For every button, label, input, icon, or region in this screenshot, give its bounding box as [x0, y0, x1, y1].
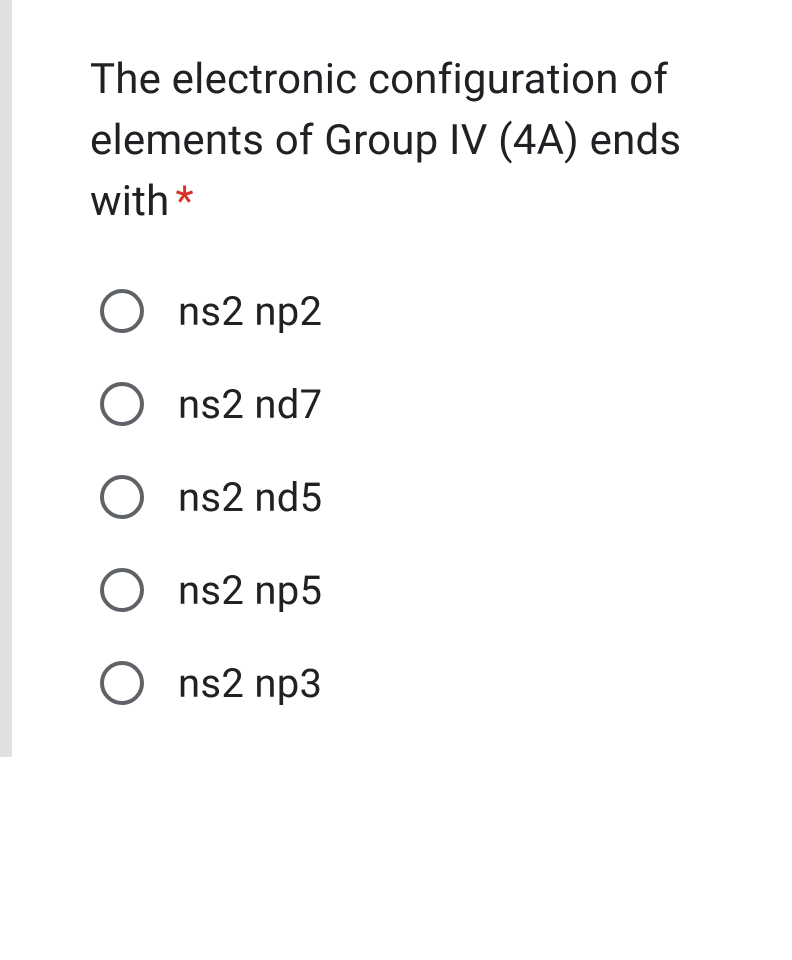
- option-label: ns2 np2: [178, 288, 322, 335]
- radio-icon: [100, 661, 144, 705]
- radio-icon: [100, 475, 144, 519]
- option-label: ns2 np3: [178, 660, 322, 707]
- option-label: ns2 nd7: [178, 381, 322, 428]
- question-text: The electronic configuration of elements…: [90, 50, 732, 233]
- radio-option-1[interactable]: ns2 nd7: [100, 381, 732, 428]
- radio-option-3[interactable]: ns2 np5: [100, 567, 732, 614]
- radio-icon: [100, 289, 144, 333]
- required-asterisk: *: [175, 177, 193, 226]
- options-list: ns2 np2 ns2 nd7 ns2 nd5 ns2 np5 ns2 np3: [90, 288, 732, 707]
- question-card: The electronic configuration of elements…: [0, 0, 792, 757]
- option-label: ns2 np5: [178, 567, 322, 614]
- radio-option-4[interactable]: ns2 np3: [100, 660, 732, 707]
- radio-icon: [100, 382, 144, 426]
- radio-icon: [100, 568, 144, 612]
- option-label: ns2 nd5: [178, 474, 322, 521]
- radio-option-2[interactable]: ns2 nd5: [100, 474, 732, 521]
- radio-option-0[interactable]: ns2 np2: [100, 288, 732, 335]
